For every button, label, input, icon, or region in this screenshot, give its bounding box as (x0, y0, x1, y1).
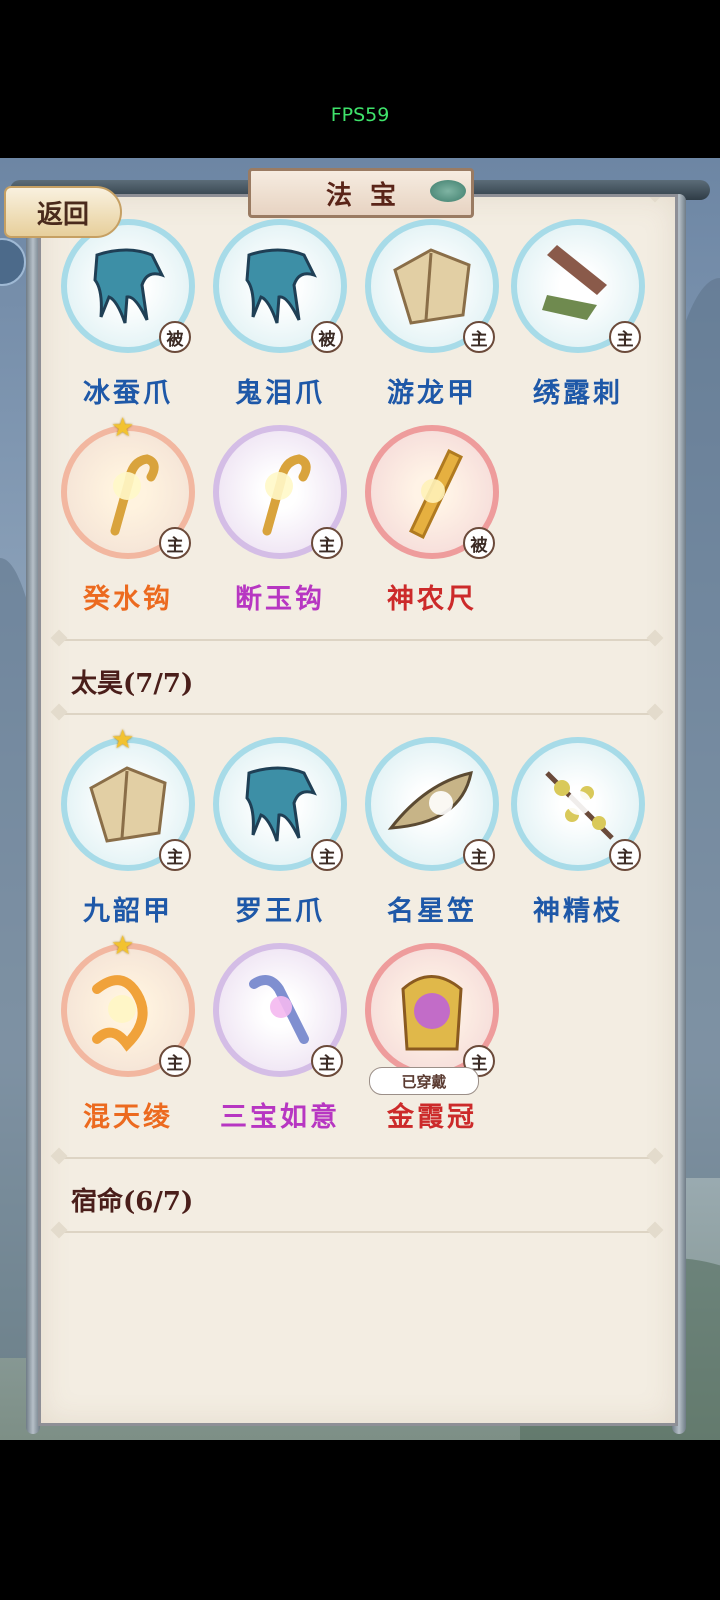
leaf-ornament-icon (430, 180, 466, 202)
treasure-item[interactable]: 主游龙甲 (359, 219, 509, 419)
star-icon: ★ (111, 931, 135, 961)
back-button[interactable]: 返回 (4, 186, 122, 238)
slot-type-badge: 被 (463, 527, 495, 559)
slot-type-badge: 主 (159, 527, 191, 559)
section-title: 太昊(7/7) (71, 669, 194, 699)
treasure-name: 神农尺 (387, 584, 477, 615)
treasure-item[interactable]: 主神精枝 (505, 737, 655, 937)
treasure-scroll-panel[interactable]: 轩辕(7/7)被冰蚕爪被鬼泪爪主游龙甲主绣露刺主★癸水钩主断玉钩被神农尺太昊(7… (38, 194, 678, 1426)
treasure-item[interactable]: 被鬼泪爪 (207, 219, 357, 419)
treasure-name: 罗王爪 (235, 896, 325, 927)
section-title: 宿命(6/7) (71, 1187, 194, 1217)
treasure-name: 神精枝 (533, 896, 623, 927)
slot-type-badge: 主 (311, 527, 343, 559)
treasure-item[interactable]: 主 ★ 混天绫 (55, 931, 205, 1143)
treasure-name: 鬼泪爪 (235, 378, 325, 409)
treasure-item[interactable]: 主断玉钩 (207, 425, 357, 625)
treasure-item[interactable]: 主三宝如意 (207, 943, 357, 1143)
treasure-item[interactable]: 主 ★ 九韶甲 (55, 725, 205, 937)
treasure-name: 癸水钩 (83, 584, 173, 615)
side-indicator-icon (0, 238, 26, 286)
slot-type-badge: 主 (159, 839, 191, 871)
slot-type-badge: 主 (311, 1045, 343, 1077)
treasure-name: 名星笠 (387, 896, 477, 927)
treasure-name: 绣露刺 (533, 378, 623, 409)
equipped-badge: 已穿戴 (369, 1067, 479, 1095)
slot-type-badge: 主 (159, 1045, 191, 1077)
treasure-item[interactable]: 主名星笠 (359, 737, 509, 937)
back-button-label: 返回 (36, 199, 89, 230)
treasure-item[interactable]: 被神农尺 (359, 425, 509, 625)
slot-type-badge: 主 (463, 839, 495, 871)
page-title: 法宝 (325, 180, 414, 211)
treasure-item[interactable]: 主 ★ 癸水钩 (55, 413, 205, 625)
star-icon: ★ (111, 725, 135, 755)
treasure-item[interactable]: 主已穿戴 金霞冠 (359, 943, 509, 1143)
treasure-item[interactable]: 主绣露刺 (505, 219, 655, 419)
slot-type-badge: 主 (609, 839, 641, 871)
treasure-item[interactable]: 被冰蚕爪 (55, 219, 205, 419)
treasure-name: 三宝如意 (220, 1102, 340, 1133)
section-divider (55, 1157, 659, 1159)
slot-type-badge: 主 (311, 839, 343, 871)
treasure-name: 断玉钩 (235, 584, 325, 615)
section-divider (55, 1231, 659, 1233)
treasure-name: 九韶甲 (83, 896, 173, 927)
slot-type-badge: 被 (159, 321, 191, 353)
slot-type-badge: 主 (609, 321, 641, 353)
treasure-name: 冰蚕爪 (83, 378, 173, 409)
treasure-item[interactable]: 主罗王爪 (207, 737, 357, 937)
section-divider (55, 639, 659, 641)
section-divider (55, 713, 659, 715)
star-icon: ★ (111, 413, 135, 443)
slot-type-badge: 被 (311, 321, 343, 353)
treasure-name: 混天绫 (83, 1102, 173, 1133)
game-stage: 轩辕(7/7)被冰蚕爪被鬼泪爪主游龙甲主绣露刺主★癸水钩主断玉钩被神农尺太昊(7… (0, 158, 720, 1440)
slot-type-badge: 主 (463, 321, 495, 353)
treasure-name: 金霞冠 (387, 1102, 477, 1133)
fps-counter: FPS59 (330, 104, 390, 126)
treasure-name: 游龙甲 (387, 378, 477, 409)
